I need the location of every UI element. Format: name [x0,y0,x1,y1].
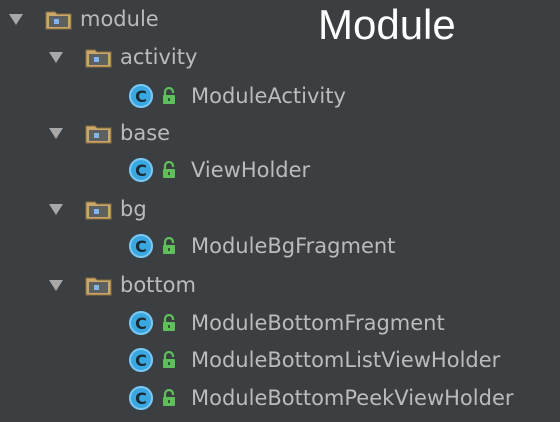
lock-icon [161,237,177,255]
tree-node-label: module [80,7,159,31]
folder-icon [45,9,72,30]
class-icon: C [129,348,153,372]
expand-arrow-icon[interactable] [49,51,63,63]
lock-icon [161,389,177,407]
tree-node-module[interactable]: module [9,4,159,34]
tree-node-moduleactivity[interactable]: C ModuleActivity [129,81,346,111]
class-icon: C [129,158,153,182]
tree-node-label: activity [120,45,198,69]
lock-icon [161,314,177,332]
class-icon: C [129,234,153,258]
tree-node-label: ModuleActivity [191,84,346,108]
tree-node-base[interactable]: base [49,118,170,148]
class-icon: C [129,84,153,108]
tree-node-label: ModuleBottomListViewHolder [191,348,501,372]
tree-node-label: bg [120,197,147,221]
lock-icon [161,351,177,369]
tree-node-activity[interactable]: activity [49,42,197,72]
tree-node-modulebgfragment[interactable]: C ModuleBgFragment [129,231,395,261]
expand-arrow-icon[interactable] [49,127,63,139]
tree-node-label: ViewHolder [191,158,311,182]
page-title: Module [318,1,456,48]
folder-icon [85,123,112,144]
tree-node-viewholder[interactable]: C ViewHolder [129,155,310,185]
folder-icon [85,47,112,68]
tree-node-label: ModuleBottomPeekViewHolder [191,386,514,410]
lock-icon [161,87,177,105]
class-icon: C [129,386,153,410]
tree-node-label: base [120,121,171,145]
tree-node-modulebottomlistviewholder[interactable]: C ModuleBottomListViewHolder [129,345,500,375]
tree-node-bg[interactable]: bg [49,194,147,224]
class-icon: C [129,311,153,335]
tree-node-label: bottom [120,273,196,297]
project-tree: Module module activity C ModuleActivity … [0,0,560,422]
tree-node-bottom[interactable]: bottom [49,270,196,300]
tree-node-label: ModuleBgFragment [191,234,396,258]
expand-arrow-icon[interactable] [49,203,63,215]
folder-icon [85,199,112,220]
tree-node-label: ModuleBottomFragment [191,311,445,335]
lock-icon [161,161,177,179]
expand-arrow-icon[interactable] [9,13,23,25]
folder-icon [85,275,112,296]
tree-node-modulebottomfragment[interactable]: C ModuleBottomFragment [129,308,445,338]
tree-node-modulebottompeekviewholder[interactable]: C ModuleBottomPeekViewHolder [129,383,514,413]
expand-arrow-icon[interactable] [49,279,63,291]
